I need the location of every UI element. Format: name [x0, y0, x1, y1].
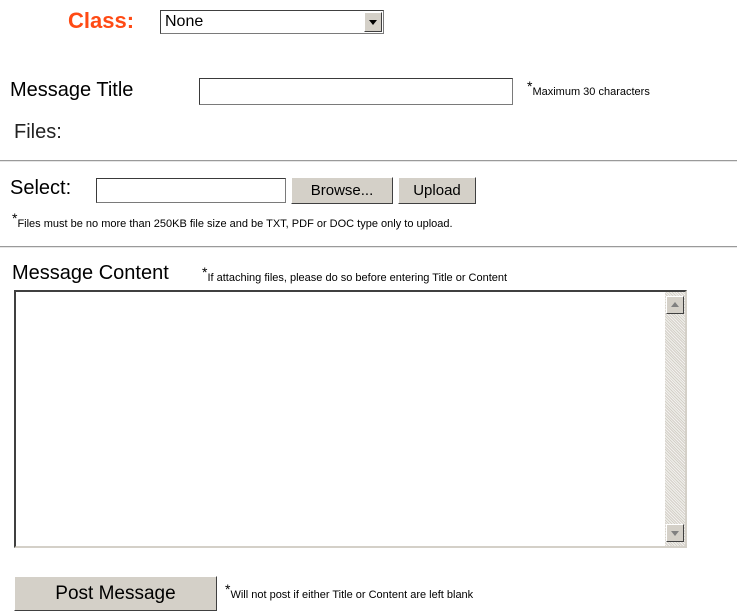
- file-requirements-note: *Files must be no more than 250KB file s…: [12, 210, 453, 232]
- select-file-label: Select:: [10, 177, 72, 199]
- arrow-down-icon: [671, 531, 679, 536]
- file-requirements-text: Files must be no more than 250KB file si…: [17, 218, 453, 230]
- scroll-down-button[interactable]: [666, 524, 684, 542]
- file-path-input[interactable]: [96, 178, 286, 203]
- browse-button[interactable]: Browse...: [291, 177, 393, 204]
- upload-button[interactable]: Upload: [398, 177, 476, 204]
- required-star: *: [527, 78, 533, 94]
- message-title-note-text: Maximum 30 characters: [532, 86, 650, 98]
- required-star: *: [202, 264, 208, 280]
- class-select[interactable]: None: [160, 10, 384, 34]
- required-star: *: [12, 210, 18, 226]
- dropdown-button[interactable]: [364, 12, 382, 32]
- message-title-label: Message Title: [10, 79, 134, 101]
- scroll-up-button[interactable]: [666, 296, 684, 314]
- divider: [0, 246, 737, 248]
- class-select-value: None: [165, 13, 204, 30]
- arrow-up-icon: [671, 302, 679, 307]
- required-star: *: [225, 581, 231, 597]
- files-label: Files:: [14, 121, 62, 143]
- message-content-textarea[interactable]: [14, 290, 687, 548]
- message-title-note: *Maximum 30 characters: [527, 78, 650, 100]
- message-title-input[interactable]: [199, 78, 513, 105]
- post-note: *Will not post if either Title or Conten…: [225, 581, 474, 603]
- post-note-text: Will not post if either Title or Content…: [230, 589, 474, 601]
- class-label: Class:: [68, 8, 135, 33]
- vertical-scrollbar[interactable]: [665, 292, 685, 546]
- message-content-note-text: If attaching files, please do so before …: [207, 272, 508, 284]
- divider: [0, 160, 737, 162]
- message-content-note: *If attaching files, please do so before…: [202, 264, 508, 286]
- message-content-label: Message Content: [12, 262, 169, 284]
- post-message-button[interactable]: Post Message: [14, 576, 217, 611]
- chevron-down-icon: [369, 20, 377, 25]
